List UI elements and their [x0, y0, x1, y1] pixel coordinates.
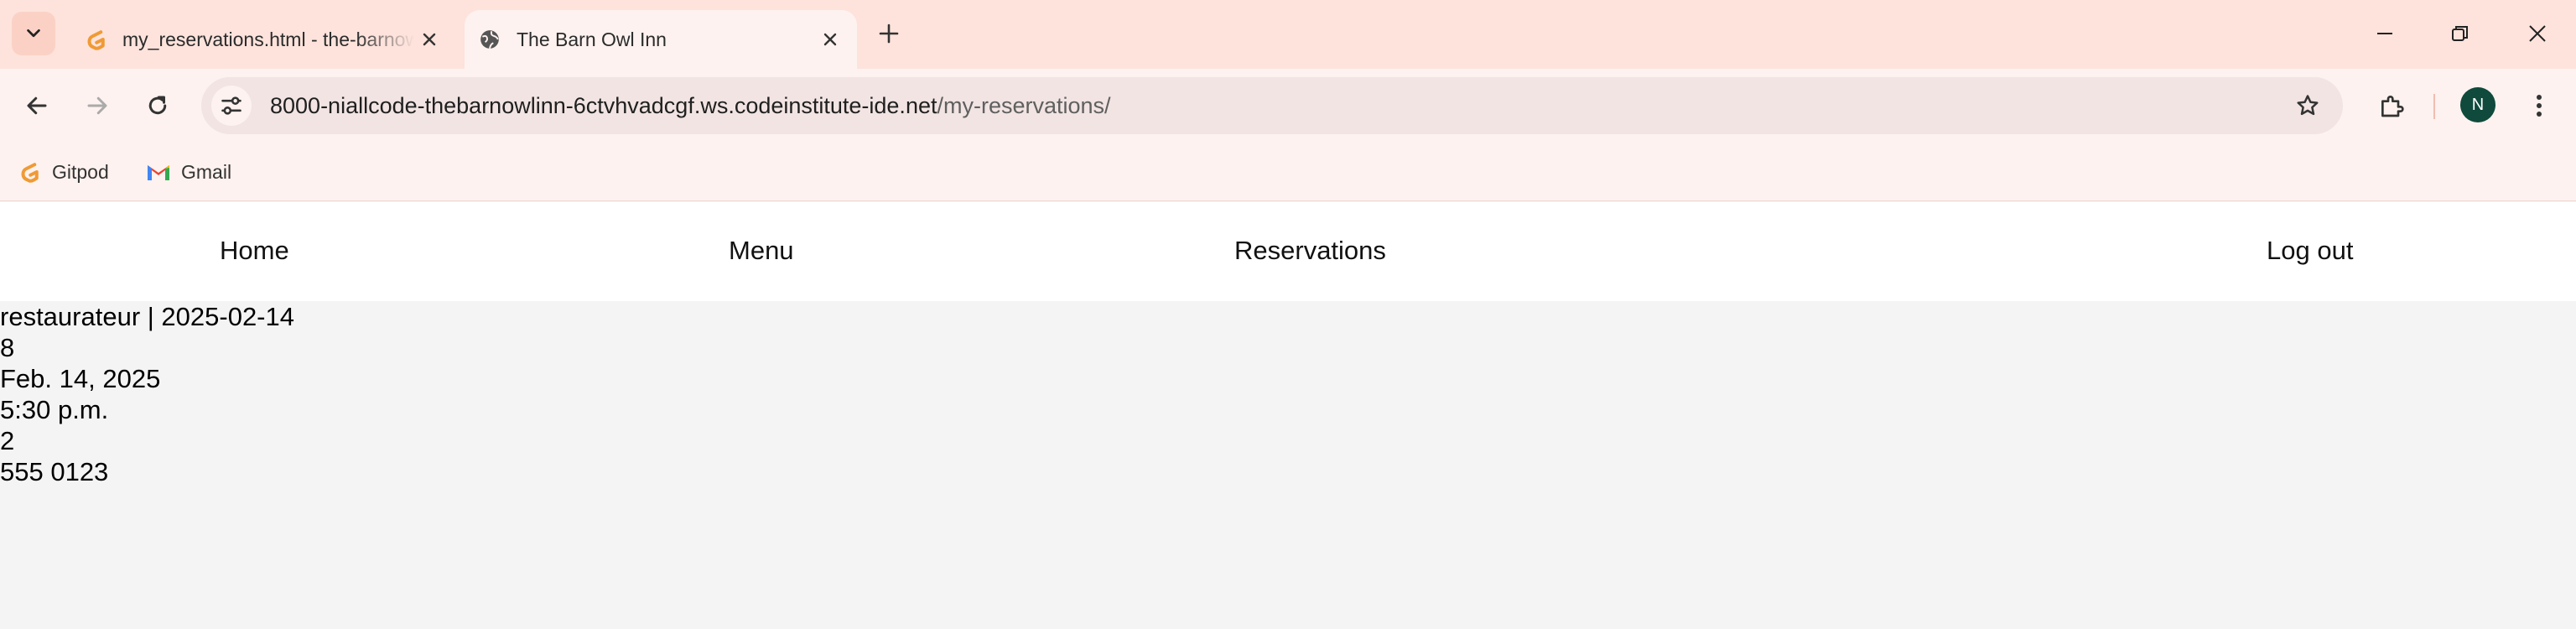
- plus-icon: [879, 23, 899, 44]
- arrow-right-icon: [87, 96, 107, 115]
- bookmarks-bar: Gitpod Gmail: [0, 143, 2576, 201]
- bookmark-gitpod[interactable]: Gitpod: [17, 154, 109, 190]
- nav-reservations-link[interactable]: Reservations: [1234, 236, 1386, 266]
- tab-search-button[interactable]: [12, 12, 55, 55]
- globe-icon: [476, 26, 503, 53]
- nav-logout-link[interactable]: Log out: [2267, 236, 2353, 266]
- more-vert-icon: [2537, 95, 2542, 117]
- gmail-icon: [146, 159, 171, 185]
- new-tab-button[interactable]: [872, 17, 906, 50]
- reservation-details: restaurateur | 2025-02-14 8 Feb. 14, 202…: [0, 301, 2576, 629]
- tab-my-reservations-html[interactable]: my_reservations.html - the-barnowlinn: [70, 10, 456, 69]
- restore-button[interactable]: [2442, 17, 2479, 50]
- nav-home-link[interactable]: Home: [220, 236, 289, 266]
- tab-strip: my_reservations.html - the-barnowlinn Th…: [0, 0, 2576, 69]
- profile-avatar[interactable]: N: [2460, 87, 2496, 122]
- url-path: /my-reservations/: [937, 92, 1111, 118]
- url-text: 8000-niallcode-thebarnowlinn-6ctvhvadcgf…: [270, 93, 1111, 119]
- browser-chrome: my_reservations.html - the-barnowlinn Th…: [0, 0, 2576, 201]
- bookmark-label: Gitpod: [52, 160, 109, 183]
- extensions-button[interactable]: [2371, 86, 2412, 126]
- restore-icon: [2452, 26, 2468, 41]
- reservation-guests: 2: [0, 426, 15, 455]
- gitpod-icon: [17, 159, 42, 185]
- nav-menu-link[interactable]: Menu: [729, 236, 794, 266]
- close-window-button[interactable]: [2519, 17, 2556, 50]
- minimize-button[interactable]: [2366, 17, 2403, 50]
- tab-title: my_reservations.html - the-barnowlinn: [122, 28, 414, 50]
- gitpod-icon: [82, 26, 109, 53]
- reservation-heading: restaurateur | 2025-02-14: [0, 302, 294, 331]
- arrow-left-icon: [27, 96, 47, 115]
- puzzle-icon: [2381, 96, 2404, 117]
- reload-icon: [148, 96, 167, 115]
- toolbar-divider: [2433, 94, 2435, 119]
- browser-menu-button[interactable]: [2521, 87, 2558, 124]
- url-host: 8000-niallcode-thebarnowlinn-6ctvhvadcgf…: [270, 92, 937, 118]
- reservation-time: 5:30 p.m.: [0, 395, 109, 424]
- bookmark-star-button[interactable]: [2291, 89, 2324, 122]
- back-button[interactable]: [18, 87, 55, 124]
- tab-the-barn-owl-inn[interactable]: The Barn Owl Inn: [465, 10, 857, 69]
- reservation-id: 8: [0, 333, 15, 362]
- close-icon[interactable]: [414, 24, 444, 55]
- browser-toolbar: 8000-niallcode-thebarnowlinn-6ctvhvadcgf…: [0, 69, 2576, 143]
- star-icon: [2297, 95, 2319, 116]
- address-bar[interactable]: 8000-niallcode-thebarnowlinn-6ctvhvadcgf…: [201, 77, 2343, 134]
- site-navbar: Home Menu Reservations Log out: [0, 202, 2576, 301]
- tune-icon: [221, 96, 242, 115]
- reservation-date: Feb. 14, 2025: [0, 364, 161, 393]
- close-icon: [2529, 25, 2546, 42]
- minimize-icon: [2377, 33, 2392, 34]
- reload-button[interactable]: [139, 87, 176, 124]
- site-info-button[interactable]: [211, 86, 252, 126]
- bookmark-label: Gmail: [181, 160, 232, 183]
- chevron-down-icon: [27, 29, 40, 38]
- forward-button[interactable]: [79, 87, 116, 124]
- reservation-phone: 555 0123: [0, 457, 109, 486]
- tab-title: The Barn Owl Inn: [517, 28, 667, 50]
- bookmark-gmail[interactable]: Gmail: [146, 154, 231, 190]
- close-icon[interactable]: [815, 24, 845, 55]
